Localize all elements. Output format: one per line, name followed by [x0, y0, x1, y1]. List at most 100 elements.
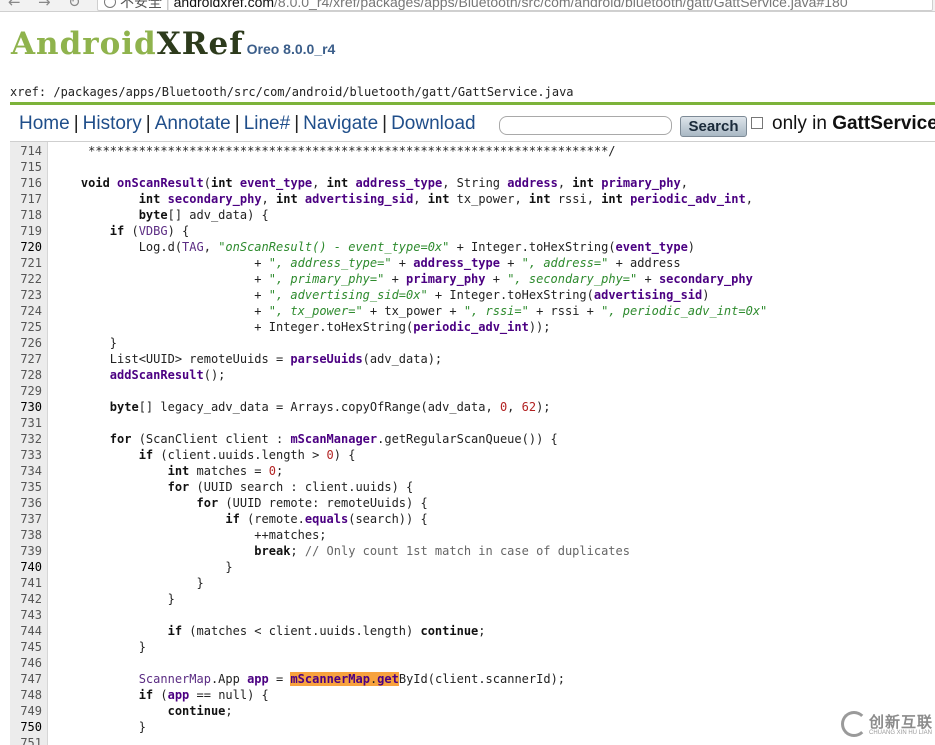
back-arrow-icon[interactable]: ← [8, 0, 21, 11]
menu-download-link[interactable]: Download [391, 113, 476, 134]
code-line: 748 if (app == null) { [10, 687, 935, 703]
line-number-link[interactable]: 726 [10, 335, 42, 351]
code-line: 736 for (UUID remote: remoteUuids) { [10, 495, 935, 511]
menu-bar: Home | History | Annotate | Line# | Navigate | Dow… [19, 113, 935, 137]
line-number-link[interactable]: 745 [10, 639, 42, 655]
line-number-link[interactable]: 717 [10, 191, 42, 207]
code-line: 719 if (VDBG) { [10, 223, 935, 239]
line-number-link[interactable]: 748 [10, 687, 42, 703]
menu-line-link[interactable]: Line# [244, 113, 291, 134]
code-line: 749 continue; [10, 703, 935, 719]
code-text: continue; [167, 704, 233, 718]
version-label: Oreo 8.0.0_r4 [246, 41, 336, 57]
code-line: 738 ++matches; [10, 527, 935, 543]
code-line: 745 } [10, 639, 935, 655]
line-number-link[interactable]: 740 [10, 559, 42, 575]
browser-toolbar: ← → ↻ 不安全 | androidxref.com/8.0.0_r4/xref/… [0, 0, 935, 12]
logo-android-text: Android [11, 26, 157, 62]
code-line: 746 [10, 655, 935, 671]
code-line: 740 } [10, 559, 935, 575]
line-number-link[interactable]: 734 [10, 463, 42, 479]
code-text: void onScanResult(int event_type, int ad… [80, 176, 688, 190]
forward-arrow-icon[interactable]: → [38, 0, 51, 11]
line-number-link[interactable]: 715 [10, 159, 42, 175]
menu-navigate-link[interactable]: Navigate [303, 113, 378, 134]
code-text: byte[] legacy_adv_data = Arrays.copyOfRa… [109, 400, 551, 414]
only-in-checkbox[interactable] [751, 117, 763, 129]
line-number-link[interactable]: 723 [10, 287, 42, 303]
line-number-link[interactable]: 746 [10, 655, 42, 671]
url-path: /8.0.0_r4/xref/packages/apps/Bluetooth/s… [274, 0, 848, 10]
info-icon[interactable] [104, 0, 116, 8]
logo-xref-text: XRef [156, 26, 244, 62]
line-number-link[interactable]: 744 [10, 623, 42, 639]
search-button[interactable]: Search [680, 116, 747, 137]
header-divider [10, 102, 935, 105]
line-number-link[interactable]: 714 [10, 143, 42, 159]
androidxref-logo[interactable]: AndroidXRef Oreo 8.0.0_r4 [11, 26, 335, 62]
code-line: 720 Log.d(TAG, "onScanResult() - event_t… [10, 239, 935, 255]
code-line: 723 + ", advertising_sid=0x" + Integer.t… [10, 287, 935, 303]
code-text: byte[] adv_data) { [138, 208, 269, 222]
menu-history-link[interactable]: History [83, 113, 142, 134]
watermark-title: 创新互联 [869, 713, 934, 731]
code-line: 747 ScannerMap.App app = mScannerMap.get… [10, 671, 935, 687]
code-line: 741 } [10, 575, 935, 591]
line-number-link[interactable]: 719 [10, 223, 42, 239]
line-number-link[interactable]: 724 [10, 303, 42, 319]
line-number-link[interactable]: 729 [10, 383, 42, 399]
reload-icon[interactable]: ↻ [68, 0, 81, 11]
code-text: if (remote.equals(search)) { [225, 512, 428, 526]
code-text: for (UUID remote: remoteUuids) { [196, 496, 428, 510]
code-text: break; // Only count 1st match in case o… [254, 544, 630, 558]
code-text: ScannerMap.App app = mScannerMap.getById… [138, 672, 566, 686]
line-number-link[interactable]: 718 [10, 207, 42, 223]
code-line: 717 int secondary_phy, int advertising_s… [10, 191, 935, 207]
line-number-link[interactable]: 735 [10, 479, 42, 495]
menu-annotate-link[interactable]: Annotate [155, 113, 231, 134]
code-line: 737 if (remote.equals(search)) { [10, 511, 935, 527]
watermark-subtitle: CHUANG XIN HU LIAN [869, 730, 933, 736]
line-number-link[interactable]: 731 [10, 415, 42, 431]
code-line: 739 break; // Only count 1st match in ca… [10, 543, 935, 559]
line-number-link[interactable]: 750 [10, 719, 42, 735]
line-number-link[interactable]: 747 [10, 671, 42, 687]
code-text: Log.d(TAG, "onScanResult() - event_type=… [52, 240, 696, 254]
line-number-link[interactable]: 727 [10, 351, 42, 367]
code-line: 718 byte[] adv_data) { [10, 207, 935, 223]
code-text: List<UUID> remoteUuids = parseUuids(adv_… [52, 352, 443, 366]
line-number-link[interactable]: 741 [10, 575, 42, 591]
code-text: int matches = 0; [167, 464, 284, 478]
xref-breadcrumb[interactable]: xref: /packages/apps/Bluetooth/src/com/a… [10, 85, 574, 99]
line-number-link[interactable]: 722 [10, 271, 42, 287]
line-number-link[interactable]: 743 [10, 607, 42, 623]
line-number-link[interactable]: 742 [10, 591, 42, 607]
code-text: ++matches; [52, 528, 327, 542]
address-bar[interactable]: 不安全 | androidxref.com/8.0.0_r4/xref/packag… [97, 0, 933, 11]
code-line: 744 if (matches < client.uuids.length) c… [10, 623, 935, 639]
line-number-link[interactable]: 716 [10, 175, 42, 191]
code-line: 729 [10, 383, 935, 399]
line-number-link[interactable]: 725 [10, 319, 42, 335]
code-text: } [52, 592, 175, 606]
search-input[interactable] [499, 116, 672, 135]
code-line: 726 } [10, 335, 935, 351]
menu-home-link[interactable]: Home [19, 113, 70, 134]
line-number-link[interactable]: 739 [10, 543, 42, 559]
watermark-icon [841, 711, 867, 737]
code-text: } [52, 560, 233, 574]
line-number-link[interactable]: 737 [10, 511, 42, 527]
code-line: 714 ************************************… [10, 143, 935, 159]
line-number-link[interactable]: 732 [10, 431, 42, 447]
line-number-link[interactable]: 736 [10, 495, 42, 511]
line-number-link[interactable]: 749 [10, 703, 42, 719]
code-text: int secondary_phy, int advertising_sid, … [138, 192, 753, 206]
line-number-link[interactable]: 728 [10, 367, 42, 383]
code-text: + Integer.toHexString(periodic_adv_int))… [52, 320, 551, 334]
line-number-link[interactable]: 733 [10, 447, 42, 463]
line-number-link[interactable]: 721 [10, 255, 42, 271]
code-text: + ", advertising_sid=0x" + Integer.toHex… [52, 288, 710, 302]
line-number-link[interactable]: 730 [10, 399, 42, 415]
line-number-link[interactable]: 720 [10, 239, 42, 255]
line-number-link[interactable]: 738 [10, 527, 42, 543]
